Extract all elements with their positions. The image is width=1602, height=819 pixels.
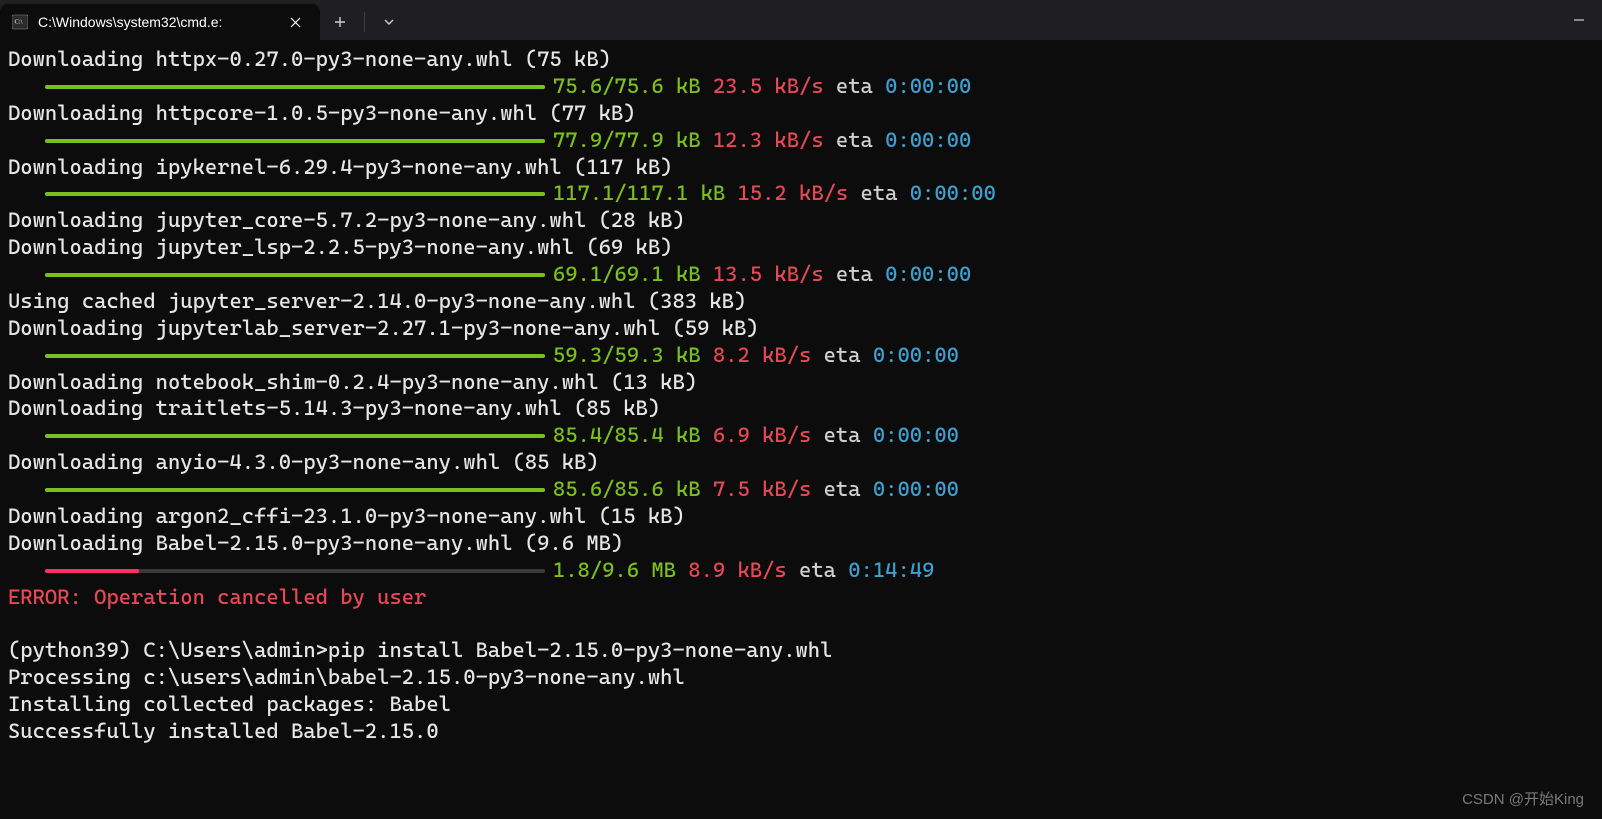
svg-text:C:\: C:\ — [15, 19, 23, 26]
chevron-down-icon — [383, 16, 395, 28]
terminal-tab[interactable]: C:\ C:\Windows\system32\cmd.e: — [0, 4, 320, 40]
eta-label: eta — [824, 476, 873, 503]
eta-value: 0:00:00 — [910, 180, 996, 207]
output-line: Downloading notebook_shim-0.2.4-py3-none… — [8, 369, 1594, 396]
minimize-button[interactable] — [1556, 0, 1602, 40]
tab-title: C:\Windows\system32\cmd.e: — [38, 14, 274, 30]
plus-icon — [334, 16, 346, 28]
progress-bar — [45, 127, 553, 154]
terminal-output[interactable]: Downloading httpx-0.27.0-py3-none-any.wh… — [0, 40, 1602, 819]
progress-size: 1.8/9.6 MB — [553, 557, 688, 584]
progress-bar — [45, 476, 553, 503]
progress-speed: 13.5 kB/s — [713, 261, 836, 288]
progress-size: 59.3/59.3 kB — [553, 342, 713, 369]
progress-speed: 23.5 kB/s — [713, 73, 836, 100]
progress-speed: 15.2 kB/s — [737, 180, 860, 207]
close-icon — [290, 17, 301, 28]
progress-line: 117.1/117.1 kB 15.2 kB/s eta 0:00:00 — [8, 180, 1594, 207]
progress-line: 85.4/85.4 kB 6.9 kB/s eta 0:00:00 — [8, 422, 1594, 449]
progress-size: 77.9/77.9 kB — [553, 127, 713, 154]
progress-line: 1.8/9.6 MB 8.9 kB/s eta 0:14:49 — [8, 557, 1594, 584]
progress-speed: 12.3 kB/s — [713, 127, 836, 154]
progress-bar — [45, 73, 553, 100]
progress-speed: 7.5 kB/s — [713, 476, 824, 503]
watermark: CSDN @开始King — [1462, 790, 1584, 809]
progress-line: 85.6/85.6 kB 7.5 kB/s eta 0:00:00 — [8, 476, 1594, 503]
minimize-icon — [1573, 14, 1585, 26]
progress-bar — [45, 342, 553, 369]
progress-line: 69.1/69.1 kB 13.5 kB/s eta 0:00:00 — [8, 261, 1594, 288]
progress-bar — [45, 557, 553, 584]
progress-size: 75.6/75.6 kB — [553, 73, 713, 100]
output-line: Downloading httpcore-1.0.5-py3-none-any.… — [8, 100, 1594, 127]
progress-line: 75.6/75.6 kB 23.5 kB/s eta 0:00:00 — [8, 73, 1594, 100]
progress-line: 59.3/59.3 kB 8.2 kB/s eta 0:00:00 — [8, 342, 1594, 369]
error-line: ERROR: Operation cancelled by user — [8, 584, 1594, 611]
divider — [364, 12, 365, 32]
progress-line: 77.9/77.9 kB 12.3 kB/s eta 0:00:00 — [8, 127, 1594, 154]
output-line: Downloading Babel-2.15.0-py3-none-any.wh… — [8, 530, 1594, 557]
progress-speed: 8.9 kB/s — [688, 557, 799, 584]
tab-close-button[interactable] — [284, 11, 306, 33]
output-line: Downloading traitlets-5.14.3-py3-none-an… — [8, 395, 1594, 422]
progress-size: 85.4/85.4 kB — [553, 422, 713, 449]
output-line: Using cached jupyter_server-2.14.0-py3-n… — [8, 288, 1594, 315]
eta-label: eta — [861, 180, 910, 207]
output-line: Downloading jupyter_core-5.7.2-py3-none-… — [8, 207, 1594, 234]
eta-label: eta — [799, 557, 848, 584]
eta-value: 0:00:00 — [885, 127, 971, 154]
output-line: Successfully installed Babel-2.15.0 — [8, 718, 1594, 745]
progress-bar — [45, 261, 553, 288]
eta-value: 0:00:00 — [885, 73, 971, 100]
cmd-icon: C:\ — [12, 14, 28, 30]
window-controls — [1556, 0, 1602, 40]
output-line: Downloading ipykernel-6.29.4-py3-none-an… — [8, 154, 1594, 181]
titlebar: C:\ C:\Windows\system32\cmd.e: — [0, 0, 1602, 40]
output-line: Downloading jupyter_lsp-2.2.5-py3-none-a… — [8, 234, 1594, 261]
eta-value: 0:14:49 — [848, 557, 934, 584]
output-line: Downloading httpx-0.27.0-py3-none-any.wh… — [8, 46, 1594, 73]
output-line: (python39) C:\Users\admin>pip install Ba… — [8, 637, 1594, 664]
progress-size: 85.6/85.6 kB — [553, 476, 713, 503]
eta-label: eta — [836, 73, 885, 100]
progress-bar — [45, 180, 553, 207]
blank-line — [8, 610, 1594, 637]
output-line: Processing c:\users\admin\babel-2.15.0-p… — [8, 664, 1594, 691]
progress-bar — [45, 422, 553, 449]
output-line: Installing collected packages: Babel — [8, 691, 1594, 718]
tab-dropdown-button[interactable] — [369, 4, 409, 40]
titlebar-actions — [320, 4, 409, 40]
progress-size: 117.1/117.1 kB — [553, 180, 738, 207]
output-line: Downloading anyio-4.3.0-py3-none-any.whl… — [8, 449, 1594, 476]
progress-speed: 8.2 kB/s — [713, 342, 824, 369]
eta-value: 0:00:00 — [873, 342, 959, 369]
progress-size: 69.1/69.1 kB — [553, 261, 713, 288]
eta-label: eta — [824, 342, 873, 369]
eta-label: eta — [836, 261, 885, 288]
new-tab-button[interactable] — [320, 4, 360, 40]
progress-speed: 6.9 kB/s — [713, 422, 824, 449]
eta-value: 0:00:00 — [873, 476, 959, 503]
eta-label: eta — [824, 422, 873, 449]
eta-label: eta — [836, 127, 885, 154]
eta-value: 0:00:00 — [885, 261, 971, 288]
output-line: Downloading jupyterlab_server-2.27.1-py3… — [8, 315, 1594, 342]
output-line: Downloading argon2_cffi-23.1.0-py3-none-… — [8, 503, 1594, 530]
eta-value: 0:00:00 — [873, 422, 959, 449]
